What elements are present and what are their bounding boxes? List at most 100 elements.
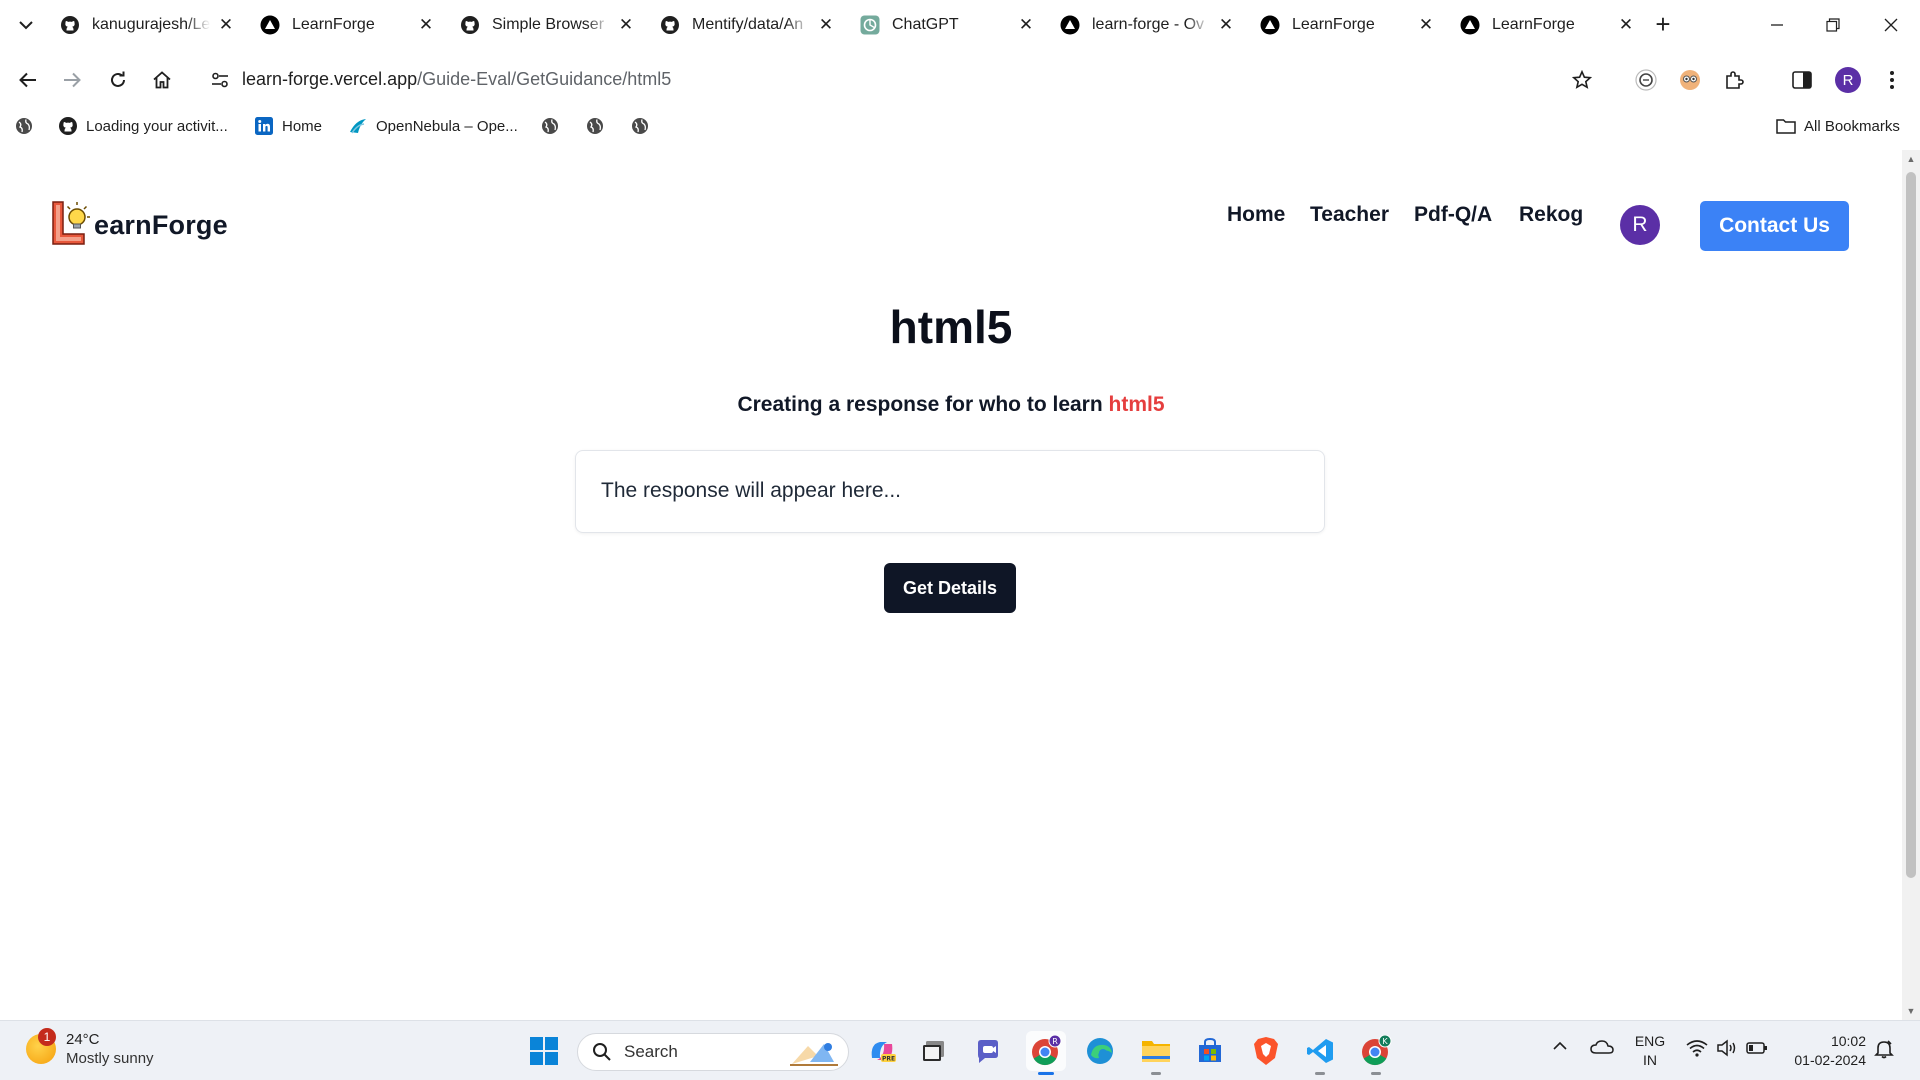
nav-teacher[interactable]: Teacher [1310, 203, 1389, 227]
back-arrow-icon[interactable] [14, 66, 42, 94]
site-logo[interactable]: earnForge [50, 199, 228, 252]
scroll-up-arrow-icon[interactable]: ▲ [1906, 154, 1916, 164]
vercel-icon [260, 15, 280, 35]
svg-text:PRE: PRE [882, 1056, 895, 1063]
folder-icon [1776, 116, 1796, 136]
tab-close-icon[interactable]: ✕ [616, 15, 636, 35]
nav-rekog[interactable]: Rekog [1519, 203, 1583, 227]
menu-kebab-icon[interactable] [1878, 66, 1906, 94]
globe-icon [14, 116, 34, 136]
windows-start-icon[interactable] [524, 1031, 564, 1071]
url-host: learn-forge.vercel.app [242, 69, 418, 89]
tab-close-icon[interactable]: ✕ [1416, 15, 1436, 35]
task-view-icon[interactable] [914, 1031, 954, 1071]
chatgpt-icon [860, 15, 880, 35]
bookmark-star-icon[interactable] [1568, 66, 1596, 94]
extensions-puzzle-icon[interactable] [1720, 66, 1748, 94]
response-placeholder-text: The response will appear here... [601, 479, 901, 502]
tab-title: kanugurajesh/Le [92, 16, 210, 33]
new-tab-plus-icon[interactable]: + [1650, 11, 1676, 38]
contact-us-button[interactable]: Contact Us [1700, 201, 1849, 251]
scrollbar-thumb[interactable] [1906, 172, 1916, 878]
svg-text:K: K [1382, 1037, 1388, 1046]
all-bookmarks[interactable]: All Bookmarks [1776, 114, 1900, 138]
globe-icon [540, 116, 560, 136]
subheading-text: Creating a response for who to learn [737, 393, 1109, 416]
browser-toolbar: learn-forge.vercel.app/Guide-Eval/GetGui… [0, 58, 1920, 100]
clock-time: 10:02 [1830, 1033, 1866, 1049]
onedrive-cloud-icon[interactable] [1590, 1039, 1614, 1055]
extension-owl-icon[interactable] [1676, 66, 1704, 94]
tab-2[interactable]: LearnForge ✕ [248, 8, 444, 42]
bookmark-globe-3[interactable] [585, 114, 613, 138]
site-info-tune-icon[interactable] [206, 66, 234, 94]
restore-icon[interactable] [1818, 10, 1848, 40]
notification-bell-icon[interactable] [1874, 1039, 1894, 1059]
bookmark-github-activity[interactable]: Loading your activit... [58, 114, 228, 138]
vscode-icon[interactable] [1300, 1031, 1340, 1075]
chrome-profile-k-icon[interactable]: K [1356, 1031, 1396, 1075]
show-hidden-icons-chevron-icon[interactable] [1552, 1041, 1568, 1051]
tab-close-icon[interactable]: ✕ [1216, 15, 1236, 35]
tab-1[interactable]: kanugurajesh/Le ✕ [48, 8, 244, 42]
tab-search-chevron-icon[interactable] [14, 12, 38, 38]
bookmark-opennebula[interactable]: OpenNebula – Ope... [348, 114, 518, 138]
user-avatar[interactable]: R [1620, 205, 1660, 245]
weather-widget[interactable]: 1 24°C Mostly sunny [26, 1028, 154, 1068]
bookmark-globe-4[interactable] [630, 114, 658, 138]
tab-6[interactable]: learn-forge - Ov ✕ [1048, 8, 1244, 42]
page-scrollbar[interactable]: ▲ ▼ [1902, 150, 1920, 1020]
notification-badge: 1 [38, 1028, 56, 1046]
tab-7[interactable]: LearnForge ✕ [1248, 8, 1444, 42]
volume-icon[interactable] [1716, 1039, 1738, 1057]
tab-close-icon[interactable]: ✕ [1616, 15, 1636, 35]
file-explorer-icon[interactable] [1136, 1031, 1176, 1075]
battery-icon[interactable] [1746, 1041, 1768, 1055]
bookmark-globe-2[interactable] [540, 114, 568, 138]
page-subheading: Creating a response for who to learn htm… [0, 393, 1902, 417]
side-panel-icon[interactable] [1788, 66, 1816, 94]
tab-3[interactable]: Simple Browser ✕ [448, 8, 644, 42]
github-icon [460, 15, 480, 35]
home-icon[interactable] [148, 66, 176, 94]
brave-browser-icon[interactable] [1246, 1031, 1286, 1071]
minimize-icon[interactable] [1762, 10, 1792, 40]
bookmark-linkedin-home[interactable]: Home [254, 114, 322, 138]
profile-avatar[interactable]: R [1834, 66, 1862, 94]
tab-close-icon[interactable]: ✕ [216, 15, 236, 35]
chrome-profile-r-icon[interactable]: R [1026, 1031, 1066, 1075]
tab-title: Simple Browser [492, 16, 605, 33]
forward-arrow-icon[interactable] [58, 66, 86, 94]
tab-4[interactable]: Mentify/data/An ✕ [648, 8, 844, 42]
all-bookmarks-label: All Bookmarks [1804, 117, 1900, 135]
get-details-label: Get Details [902, 577, 998, 598]
microsoft-store-icon[interactable] [1190, 1031, 1230, 1071]
edge-browser-icon[interactable] [1080, 1031, 1120, 1071]
tab-8-active[interactable]: LearnForge ✕ [1448, 8, 1644, 42]
address-bar[interactable]: learn-forge.vercel.app/Guide-Eval/GetGui… [200, 60, 1560, 100]
nav-home[interactable]: Home [1227, 203, 1285, 227]
taskbar-search[interactable]: Search [577, 1033, 849, 1071]
bookmark-globe[interactable] [14, 114, 42, 138]
close-window-icon[interactable] [1876, 10, 1906, 40]
scroll-down-arrow-icon[interactable]: ▼ [1906, 1006, 1916, 1016]
bookmark-label: Home [282, 117, 323, 135]
copilot-preview-icon[interactable]: PRE [862, 1031, 902, 1071]
get-details-button[interactable]: Get Details [884, 563, 1016, 613]
tab-close-icon[interactable]: ✕ [416, 15, 436, 35]
reload-icon[interactable] [104, 66, 132, 94]
sun-weather-icon: 1 [26, 1028, 56, 1064]
tab-title: ChatGPT [892, 16, 959, 33]
tab-5[interactable]: ChatGPT ✕ [848, 8, 1044, 42]
system-clock[interactable]: 10:02 01-02-2024 [1780, 1032, 1866, 1070]
nav-pdf-qa[interactable]: Pdf-Q/A [1414, 203, 1492, 227]
url-text[interactable]: learn-forge.vercel.app/Guide-Eval/GetGui… [242, 69, 671, 90]
tab-title: LearnForge [1292, 16, 1375, 33]
extension-circle-icon[interactable] [1632, 66, 1660, 94]
teams-chat-icon[interactable] [968, 1031, 1008, 1071]
wifi-icon[interactable] [1686, 1039, 1708, 1057]
tab-close-icon[interactable]: ✕ [1016, 15, 1036, 35]
language-indicator[interactable]: ENG IN [1630, 1032, 1670, 1070]
tab-title: Mentify/data/An [692, 16, 804, 33]
tab-close-icon[interactable]: ✕ [816, 15, 836, 35]
